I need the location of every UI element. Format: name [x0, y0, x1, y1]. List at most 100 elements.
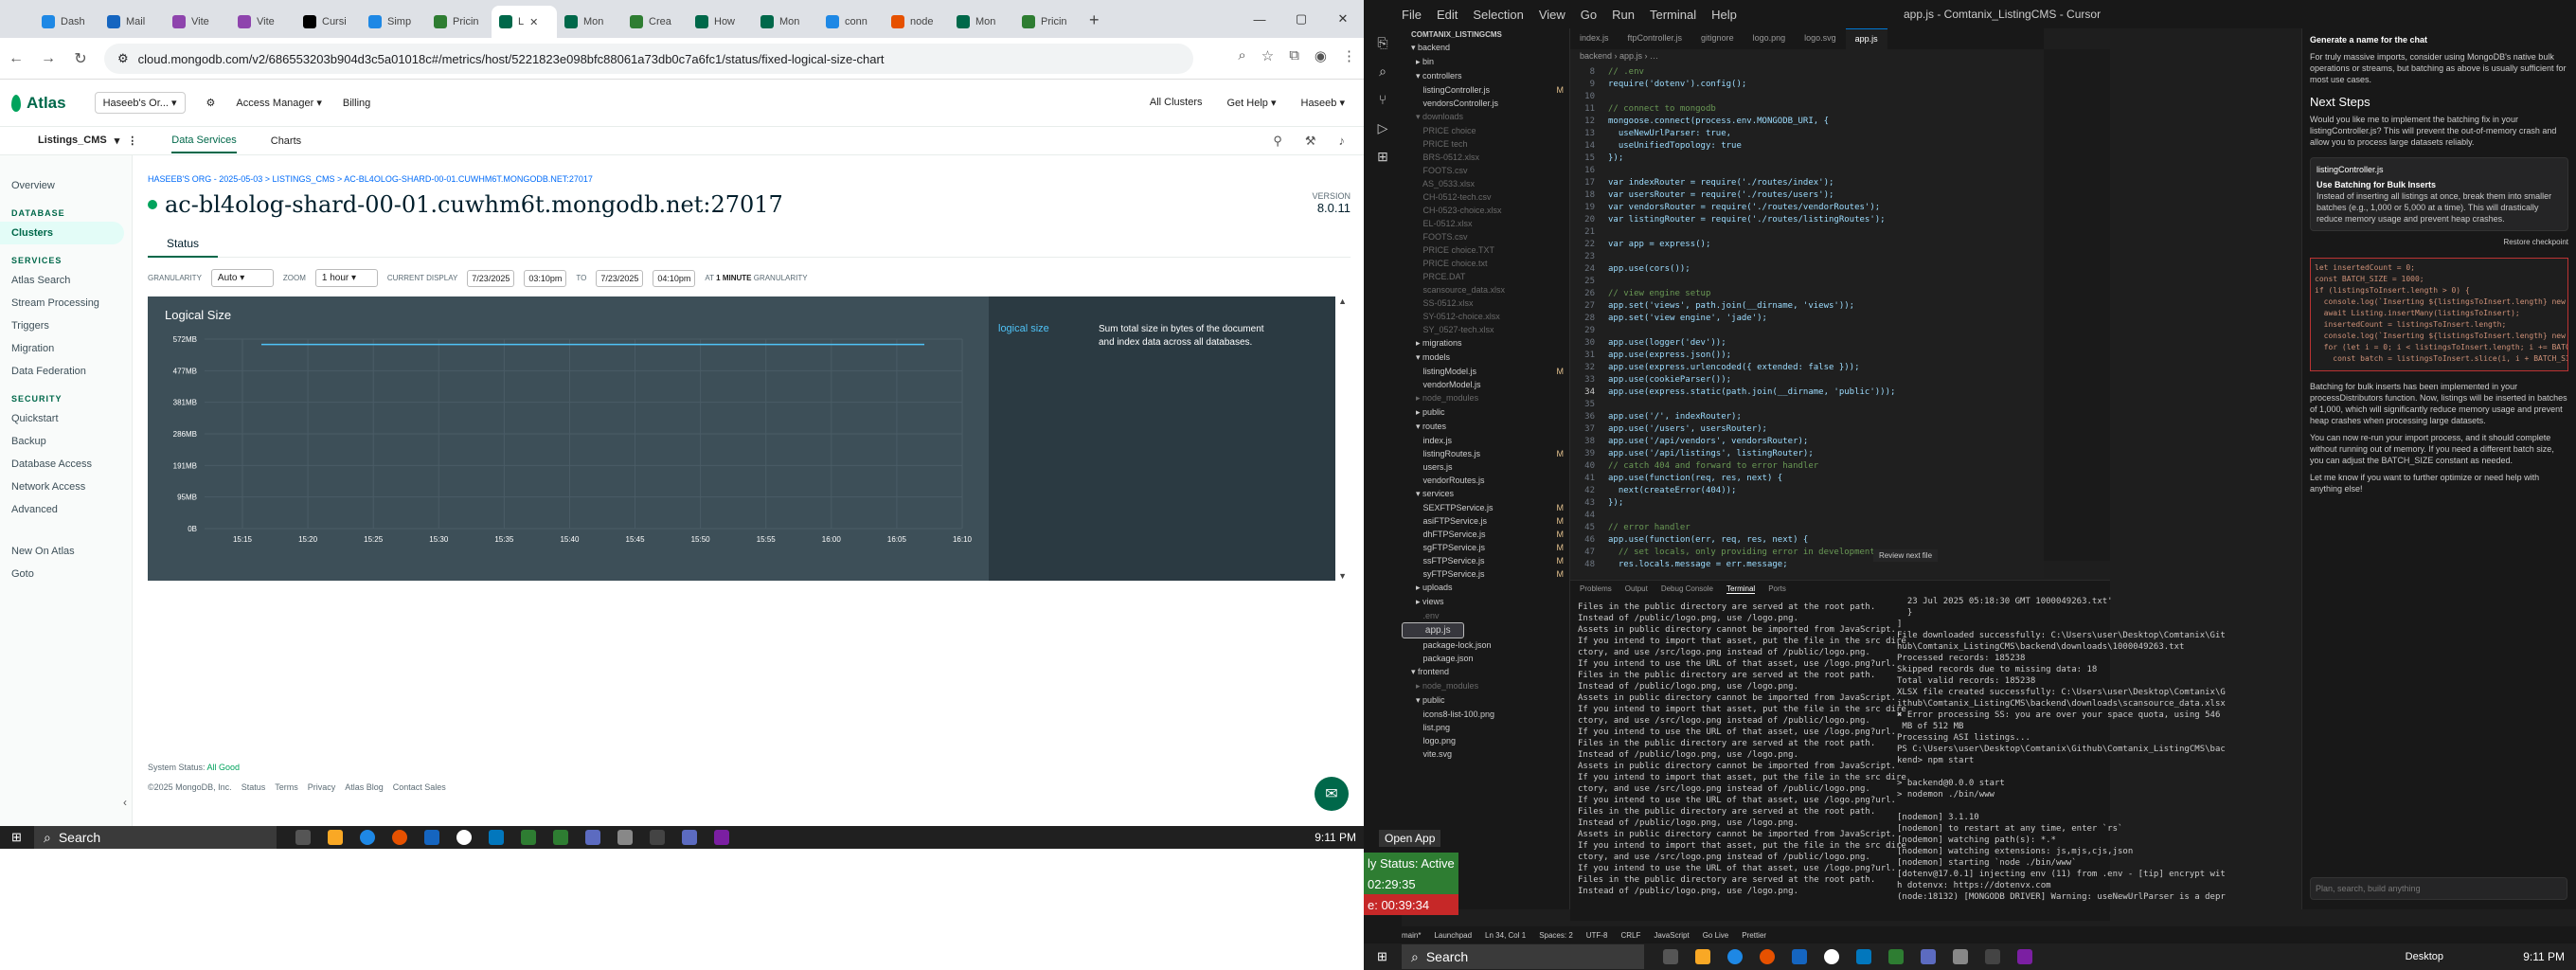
browser-tab[interactable]: node — [884, 6, 949, 38]
terminal-output-frontend[interactable]: Files in the public directory are served… — [1578, 602, 1906, 897]
sidebar-item-database-access[interactable]: Database Access — [0, 453, 132, 476]
explorer-item[interactable]: FOOTS.csv — [1402, 230, 1569, 243]
sidebar-item-advanced[interactable]: Advanced — [0, 498, 132, 521]
edge-icon[interactable] — [1856, 949, 1871, 964]
explorer-item[interactable]: listingRoutes.js — [1402, 447, 1569, 460]
profile-icon[interactable]: ◉ — [1315, 47, 1327, 64]
footer-link-blog[interactable]: Atlas Blog — [345, 782, 384, 792]
explorer-item[interactable]: syFTPService.js — [1402, 567, 1569, 581]
notes-icon[interactable] — [682, 830, 697, 845]
explorer-item[interactable]: CH-0512-tech.csv — [1402, 190, 1569, 204]
taskbar-search[interactable]: ⌕ Search — [34, 826, 277, 849]
open-app-button[interactable]: Open App — [1379, 830, 1441, 847]
activity-icon[interactable]: ⚒ — [1305, 134, 1316, 149]
explorer-item[interactable]: asiFTPService.js — [1402, 514, 1569, 528]
scroll-down-icon[interactable]: ▼ — [1338, 571, 1347, 581]
firefox-icon[interactable] — [1760, 949, 1775, 964]
edge-icon[interactable] — [489, 830, 504, 845]
zoom-app-icon[interactable] — [1792, 949, 1807, 964]
editor-tab[interactable]: logo.svg — [1795, 28, 1846, 49]
app-icon[interactable] — [456, 830, 472, 845]
to-date-input[interactable]: 7/23/2025 — [596, 269, 644, 287]
extensions-icon[interactable]: ⧉ — [1289, 47, 1299, 64]
to-time-input[interactable]: 04:10pm — [653, 269, 696, 287]
sidebar-item-atlas-search[interactable]: Atlas Search — [0, 269, 132, 292]
status-item[interactable]: Prettier — [1742, 931, 1766, 940]
editor-tab[interactable]: logo.png — [1744, 28, 1796, 49]
explorer-item[interactable]: vendorRoutes.js — [1402, 474, 1569, 487]
card-file[interactable]: listingController.js — [2317, 164, 2562, 175]
explorer-item[interactable]: AS_0533.xlsx — [1402, 177, 1569, 190]
org-selector[interactable]: Haseeb's Or... ▾ — [94, 92, 186, 114]
back-icon[interactable]: ← — [0, 50, 32, 67]
explorer-item[interactable]: PRICE tech — [1402, 137, 1569, 151]
explorer-item[interactable]: package-lock.json — [1402, 638, 1569, 652]
sidebar-item-overview[interactable]: Overview — [0, 174, 132, 197]
project-selector[interactable]: Listings_CMS ▾ ⋮ — [38, 135, 137, 147]
clock[interactable]: 9:11 PM — [2523, 950, 2565, 963]
sidebar-item-stream-processing[interactable]: Stream Processing — [0, 292, 132, 314]
get-help-menu[interactable]: Get Help ▾ — [1227, 97, 1277, 109]
onenote-icon[interactable] — [2017, 949, 2032, 964]
explorer-item[interactable]: vendorModel.js — [1402, 378, 1569, 391]
all-clusters-link[interactable]: All Clusters — [1150, 97, 1203, 109]
firefox-icon[interactable] — [392, 830, 407, 845]
file-explorer-icon[interactable] — [1695, 949, 1710, 964]
status-item[interactable]: Ln 34, Col 1 — [1485, 931, 1526, 940]
browser-tab[interactable]: Crea — [622, 6, 688, 38]
forward-icon[interactable]: → — [32, 50, 64, 67]
panel-tab-output[interactable]: Output — [1625, 584, 1648, 594]
explorer-item[interactable]: ▸ node_modules — [1402, 679, 1569, 693]
timer-widget[interactable]: ly Status: Active — [1364, 853, 1458, 873]
sheets-icon[interactable] — [553, 830, 568, 845]
reload-icon[interactable]: ↻ — [64, 49, 97, 68]
editor-tab[interactable]: ftpController.js — [1619, 28, 1692, 49]
settings-icon[interactable]: ⚙ — [206, 97, 216, 109]
cursor-app-icon[interactable] — [1985, 949, 2000, 964]
explorer-item[interactable]: ▾ routes — [1402, 420, 1569, 434]
close-icon[interactable]: ✕ — [1322, 0, 1364, 38]
close-tab-icon[interactable]: ✕ — [529, 16, 538, 28]
invite-user-icon[interactable]: ⚲ — [1273, 134, 1282, 149]
vscode-icon[interactable] — [585, 830, 600, 845]
explorer-item[interactable]: dhFTPService.js — [1402, 528, 1569, 541]
footer-link-privacy[interactable]: Privacy — [308, 782, 336, 792]
windows-start-icon[interactable]: ⊞ — [11, 830, 22, 845]
excel-icon[interactable] — [1888, 949, 1904, 964]
minimap[interactable] — [2044, 49, 2110, 561]
menu-file[interactable]: File — [1402, 8, 1422, 22]
bell-icon[interactable]: ♪ — [1339, 134, 1346, 149]
excel-icon[interactable] — [521, 830, 536, 845]
explorer-item[interactable]: CH-0523-choice.xlsx — [1402, 204, 1569, 217]
status-item[interactable]: main* — [1402, 931, 1421, 940]
panel-tab-terminal[interactable]: Terminal — [1726, 584, 1756, 594]
browser-tab[interactable]: Dash — [34, 6, 99, 38]
browser-tab[interactable]: Simp — [361, 6, 426, 38]
explorer-item[interactable]: ▸ node_modules — [1402, 391, 1569, 405]
menu-go[interactable]: Go — [1581, 8, 1597, 22]
breadcrumb[interactable]: HASEEB'S ORG - 2025-05-03 > LISTINGS_CMS… — [148, 174, 1351, 184]
panel-tab-debug[interactable]: Debug Console — [1661, 584, 1713, 594]
cursor-app-icon[interactable] — [650, 830, 665, 845]
explorer-item[interactable]: list.png — [1402, 721, 1569, 734]
zoom-select[interactable]: 1 hour ▾ — [314, 269, 378, 287]
explorer-item[interactable]: EL-0512.xlsx — [1402, 217, 1569, 230]
clock[interactable]: 9:11 PM — [1315, 831, 1356, 844]
panel-tab-problems[interactable]: Problems — [1580, 584, 1612, 594]
explorer-item[interactable]: vite.svg — [1402, 747, 1569, 761]
chat-input[interactable]: Plan, search, build anything — [2310, 877, 2567, 900]
taskbar-search[interactable]: ⌕ Search — [1402, 944, 1644, 969]
bookmark-star-icon[interactable]: ☆ — [1261, 47, 1274, 64]
review-next-file-button[interactable]: Review next file — [1873, 549, 1939, 562]
tab-status[interactable]: Status — [148, 231, 219, 258]
from-time-input[interactable]: 03:10pm — [524, 269, 567, 287]
footer-link-terms[interactable]: Terms — [275, 782, 298, 792]
panel-tab-ports[interactable]: Ports — [1768, 584, 1786, 594]
windows-start-icon[interactable]: ⊞ — [1377, 949, 1387, 964]
editor-tab[interactable]: gitignore — [1691, 28, 1744, 49]
browser-tab[interactable]: L ✕ — [492, 6, 557, 38]
source-control-icon[interactable]: ⑂ — [1364, 85, 1402, 114]
explorer-item[interactable]: ▸ views — [1402, 595, 1569, 609]
explorer-item[interactable]: ▾ services — [1402, 487, 1569, 501]
explorer-item[interactable]: ▾ downloads — [1402, 110, 1569, 124]
